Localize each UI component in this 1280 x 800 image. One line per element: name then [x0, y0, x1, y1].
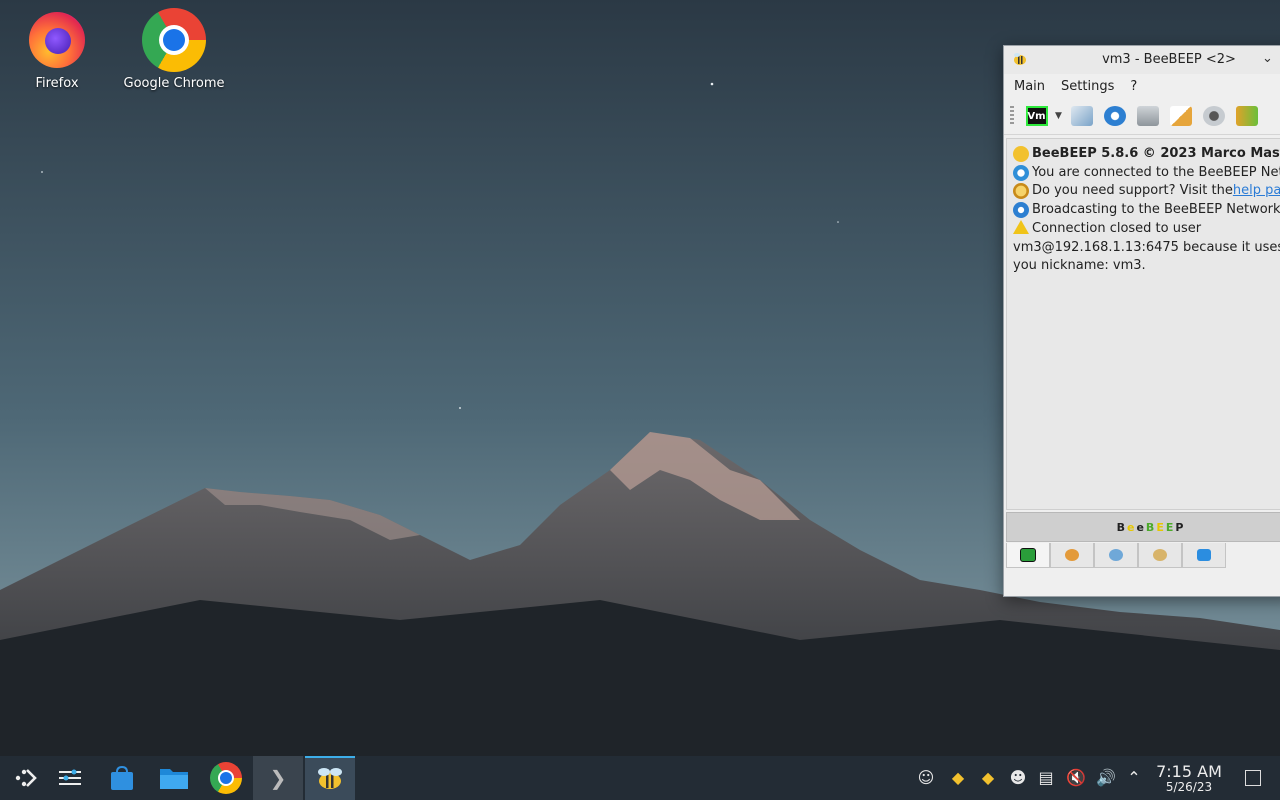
network-tab-icon: [1153, 549, 1167, 561]
chrome-icon: [210, 762, 242, 794]
chat-line: Connection closed to user vm3@192.168.1.…: [1013, 220, 1280, 273]
beebeep-taskbar-button[interactable]: [305, 756, 355, 800]
chat-line: Do you need support? Visit the help page: [1013, 182, 1280, 201]
edit-profile-button[interactable]: [1066, 102, 1099, 130]
toolbar-grip[interactable]: [1010, 106, 1014, 126]
menu-help[interactable]: ?: [1130, 79, 1137, 94]
chat-line: You are connected to the BeeBEEP Netwo: [1013, 164, 1280, 183]
user-icon[interactable]: ☺: [916, 768, 936, 788]
show-desktop-button[interactable]: [1245, 770, 1261, 786]
users-tab-icon: [1065, 549, 1079, 561]
write-message-icon: [1170, 106, 1193, 126]
window-title: vm3 - BeeBEEP <2>: [1102, 52, 1236, 67]
tab-files[interactable]: [1182, 543, 1226, 568]
beebeep-brand-bar: B e e B E E P: [1006, 512, 1280, 542]
tab-groups[interactable]: [1094, 543, 1138, 568]
overview-icon: [59, 769, 81, 785]
chat-line: Broadcasting to the BeeBEEP Network...: [1013, 201, 1280, 220]
terminal-icon: ❯: [269, 766, 287, 790]
desktop-icon-firefox[interactable]: Firefox: [2, 8, 112, 91]
expand-tray-icon[interactable]: ⌃: [1124, 768, 1144, 788]
groups-tab-icon: [1109, 549, 1123, 561]
status-dropdown-arrow[interactable]: ▼: [1055, 111, 1062, 121]
desktop-icon-label: Firefox: [35, 76, 79, 91]
user-badge: Vm: [1025, 106, 1048, 126]
chat-area[interactable]: BeeBEEP 5.8.6 © 2023 Marco Mastroddi You…: [1006, 138, 1280, 510]
tab-users[interactable]: [1050, 543, 1094, 568]
plugins-icon: [1203, 106, 1226, 126]
beebeep-window: vm3 - BeeBEEP <2> ⌄ Main Settings ? Vm ▼: [1003, 45, 1280, 597]
firefox-icon: [25, 8, 89, 72]
taskbar: ❯ ☺ ◆ ◆ ☻ ▤ 🔇 🔊 ⌃ 7:15 AM 5/26/23: [0, 756, 1280, 800]
beebeep-icon: [318, 768, 342, 789]
plugins-button[interactable]: [1198, 102, 1231, 130]
menu-bar: Main Settings ?: [1004, 74, 1280, 98]
files-button-taskbar[interactable]: [149, 756, 199, 800]
offline-icon: [1137, 106, 1160, 126]
discover-button[interactable]: [97, 756, 147, 800]
support-icon: [1013, 183, 1029, 199]
connected-icon: [1013, 164, 1029, 181]
help-page-link[interactable]: help page: [1233, 182, 1280, 201]
chrome-button-taskbar[interactable]: [201, 756, 251, 800]
chevron-down-icon[interactable]: ⌄: [1262, 51, 1273, 66]
network-user-icon[interactable]: ☻: [1008, 768, 1028, 788]
network-button[interactable]: [1099, 102, 1132, 130]
files-button[interactable]: [1231, 102, 1264, 130]
chat-line: BeeBEEP 5.8.6 © 2023 Marco Mastroddi: [1013, 145, 1280, 164]
edit-profile-icon: [1071, 106, 1094, 126]
clock-date: 5/26/23: [1165, 780, 1213, 794]
tab-network[interactable]: [1138, 543, 1182, 568]
files-tab-icon: [1197, 549, 1211, 561]
beebeep-tray-icon-2[interactable]: ◆: [978, 768, 998, 788]
user-status-button[interactable]: Vm: [1020, 102, 1053, 130]
beebeep-tray-icon[interactable]: ◆: [948, 768, 968, 788]
beebeep-icon: [1013, 146, 1029, 162]
desktop-icon-label: Google Chrome: [123, 76, 225, 91]
chrome-icon: [142, 8, 206, 72]
bottom-tabs: [1006, 543, 1226, 569]
overview-button[interactable]: [45, 756, 95, 800]
app-launcher-button[interactable]: [0, 756, 50, 800]
window-titlebar[interactable]: vm3 - BeeBEEP <2> ⌄: [1004, 46, 1280, 74]
menu-settings[interactable]: Settings: [1061, 79, 1114, 94]
broadcast-icon: [1013, 201, 1029, 218]
menu-main[interactable]: Main: [1014, 79, 1045, 94]
desktop-icon-chrome[interactable]: Google Chrome: [119, 8, 229, 91]
files-icon: [160, 769, 188, 789]
warning-icon: [1013, 220, 1029, 234]
toolbar: Vm ▼: [1004, 98, 1280, 135]
app-launcher-icon: [15, 769, 37, 787]
chat-tab-icon: [1020, 548, 1036, 562]
discover-icon: [111, 765, 133, 790]
mute-icon[interactable]: 🔇: [1066, 768, 1086, 788]
offline-messages-button[interactable]: [1132, 102, 1165, 130]
terminal-button[interactable]: ❯: [253, 756, 303, 800]
clock[interactable]: 7:15 AM 5/26/23: [1150, 763, 1228, 794]
network-icon: [1104, 106, 1127, 126]
clipboard-icon[interactable]: ▤: [1036, 768, 1056, 788]
files-icon: [1236, 106, 1259, 126]
tab-chat[interactable]: [1006, 543, 1050, 568]
volume-icon[interactable]: 🔊: [1096, 768, 1116, 788]
write-message-button[interactable]: [1165, 102, 1198, 130]
clock-time: 7:15 AM: [1156, 762, 1222, 781]
